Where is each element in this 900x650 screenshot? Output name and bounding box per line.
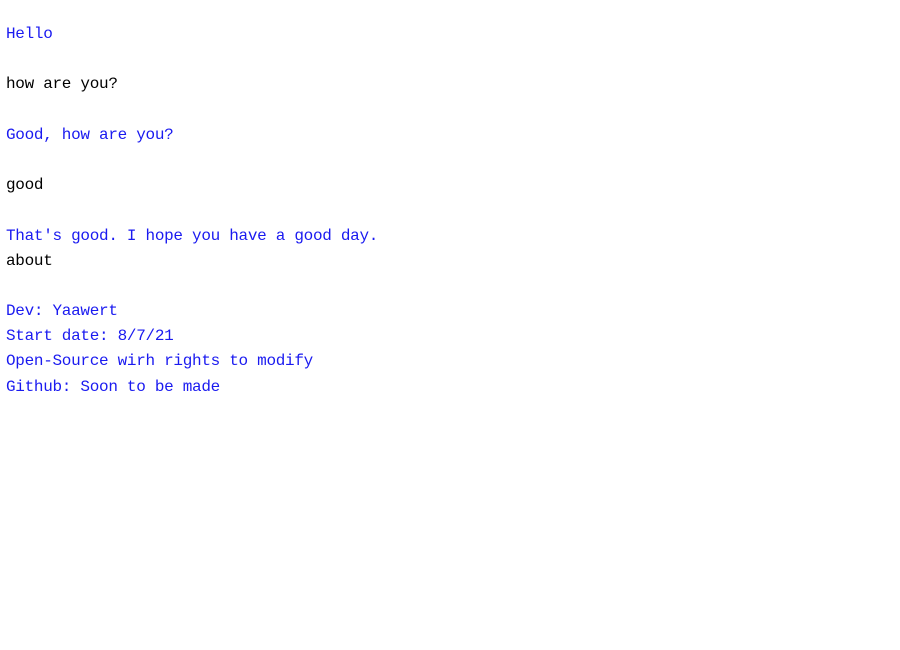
user-message-how-are-you: how are you? [6,75,118,94]
user-message-about: about [6,251,53,270]
user-message-good: good [6,176,44,195]
about-start-date-line: Start date: 8/7/21 [6,327,174,346]
bot-message-good-how-are-you: Good, how are you? [6,125,174,144]
about-github-line: Github: Soon to be made [6,377,220,396]
bot-message-good-day: That's good. I hope you have a good day. [6,226,379,245]
about-dev-line: Dev: Yaawert [6,302,118,321]
about-license-line: Open-Source wirh rights to modify [6,352,313,371]
bot-message-hello: Hello [6,25,53,43]
chat-console: Hello how are you? Good, how are you? go… [6,22,886,400]
